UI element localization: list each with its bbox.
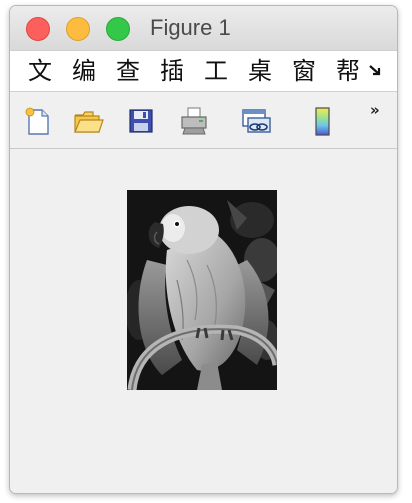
window-title: Figure 1 [150, 15, 231, 40]
parrot-image [127, 190, 277, 390]
save-button[interactable] [124, 104, 158, 138]
menu-insert[interactable]: 插 [160, 57, 184, 85]
colorbar-icon [315, 107, 330, 136]
close-window-button[interactable] [26, 17, 50, 41]
print-icon [181, 107, 207, 135]
maximize-window-button[interactable] [106, 17, 130, 41]
minimize-window-button[interactable] [66, 17, 90, 41]
menu-view[interactable]: 查 [116, 57, 140, 85]
toolbar-overflow-button[interactable]: » [370, 101, 380, 119]
save-icon [129, 109, 153, 133]
link-plot-button[interactable] [239, 104, 273, 138]
toolbar: » [10, 92, 397, 149]
open-file-button[interactable] [71, 104, 105, 138]
title-bar[interactable]: Figure 1 [10, 6, 397, 51]
new-figure-button[interactable] [20, 104, 54, 138]
figure-canvas [10, 149, 397, 493]
menu-window[interactable]: 窗 [292, 57, 316, 85]
new-figure-icon [25, 107, 49, 135]
print-button[interactable] [177, 104, 211, 138]
insert-colorbar-button[interactable] [306, 104, 340, 138]
menu-help[interactable]: 帮 [336, 57, 360, 85]
menu-desktop[interactable]: 桌 [248, 57, 272, 85]
menu-bar: 文 编 查 插 工 桌 窗 帮 [10, 51, 397, 92]
parrot-picture [127, 190, 277, 390]
menu-edit[interactable]: 编 [72, 57, 96, 85]
open-file-icon [74, 111, 104, 133]
menu-overflow-icon[interactable] [368, 63, 382, 81]
link-plot-icon [242, 109, 271, 133]
figure-window: Figure 1 文 编 查 插 工 桌 窗 帮 » [9, 5, 398, 494]
menu-tools[interactable]: 工 [204, 57, 228, 85]
menu-file[interactable]: 文 [28, 57, 52, 85]
